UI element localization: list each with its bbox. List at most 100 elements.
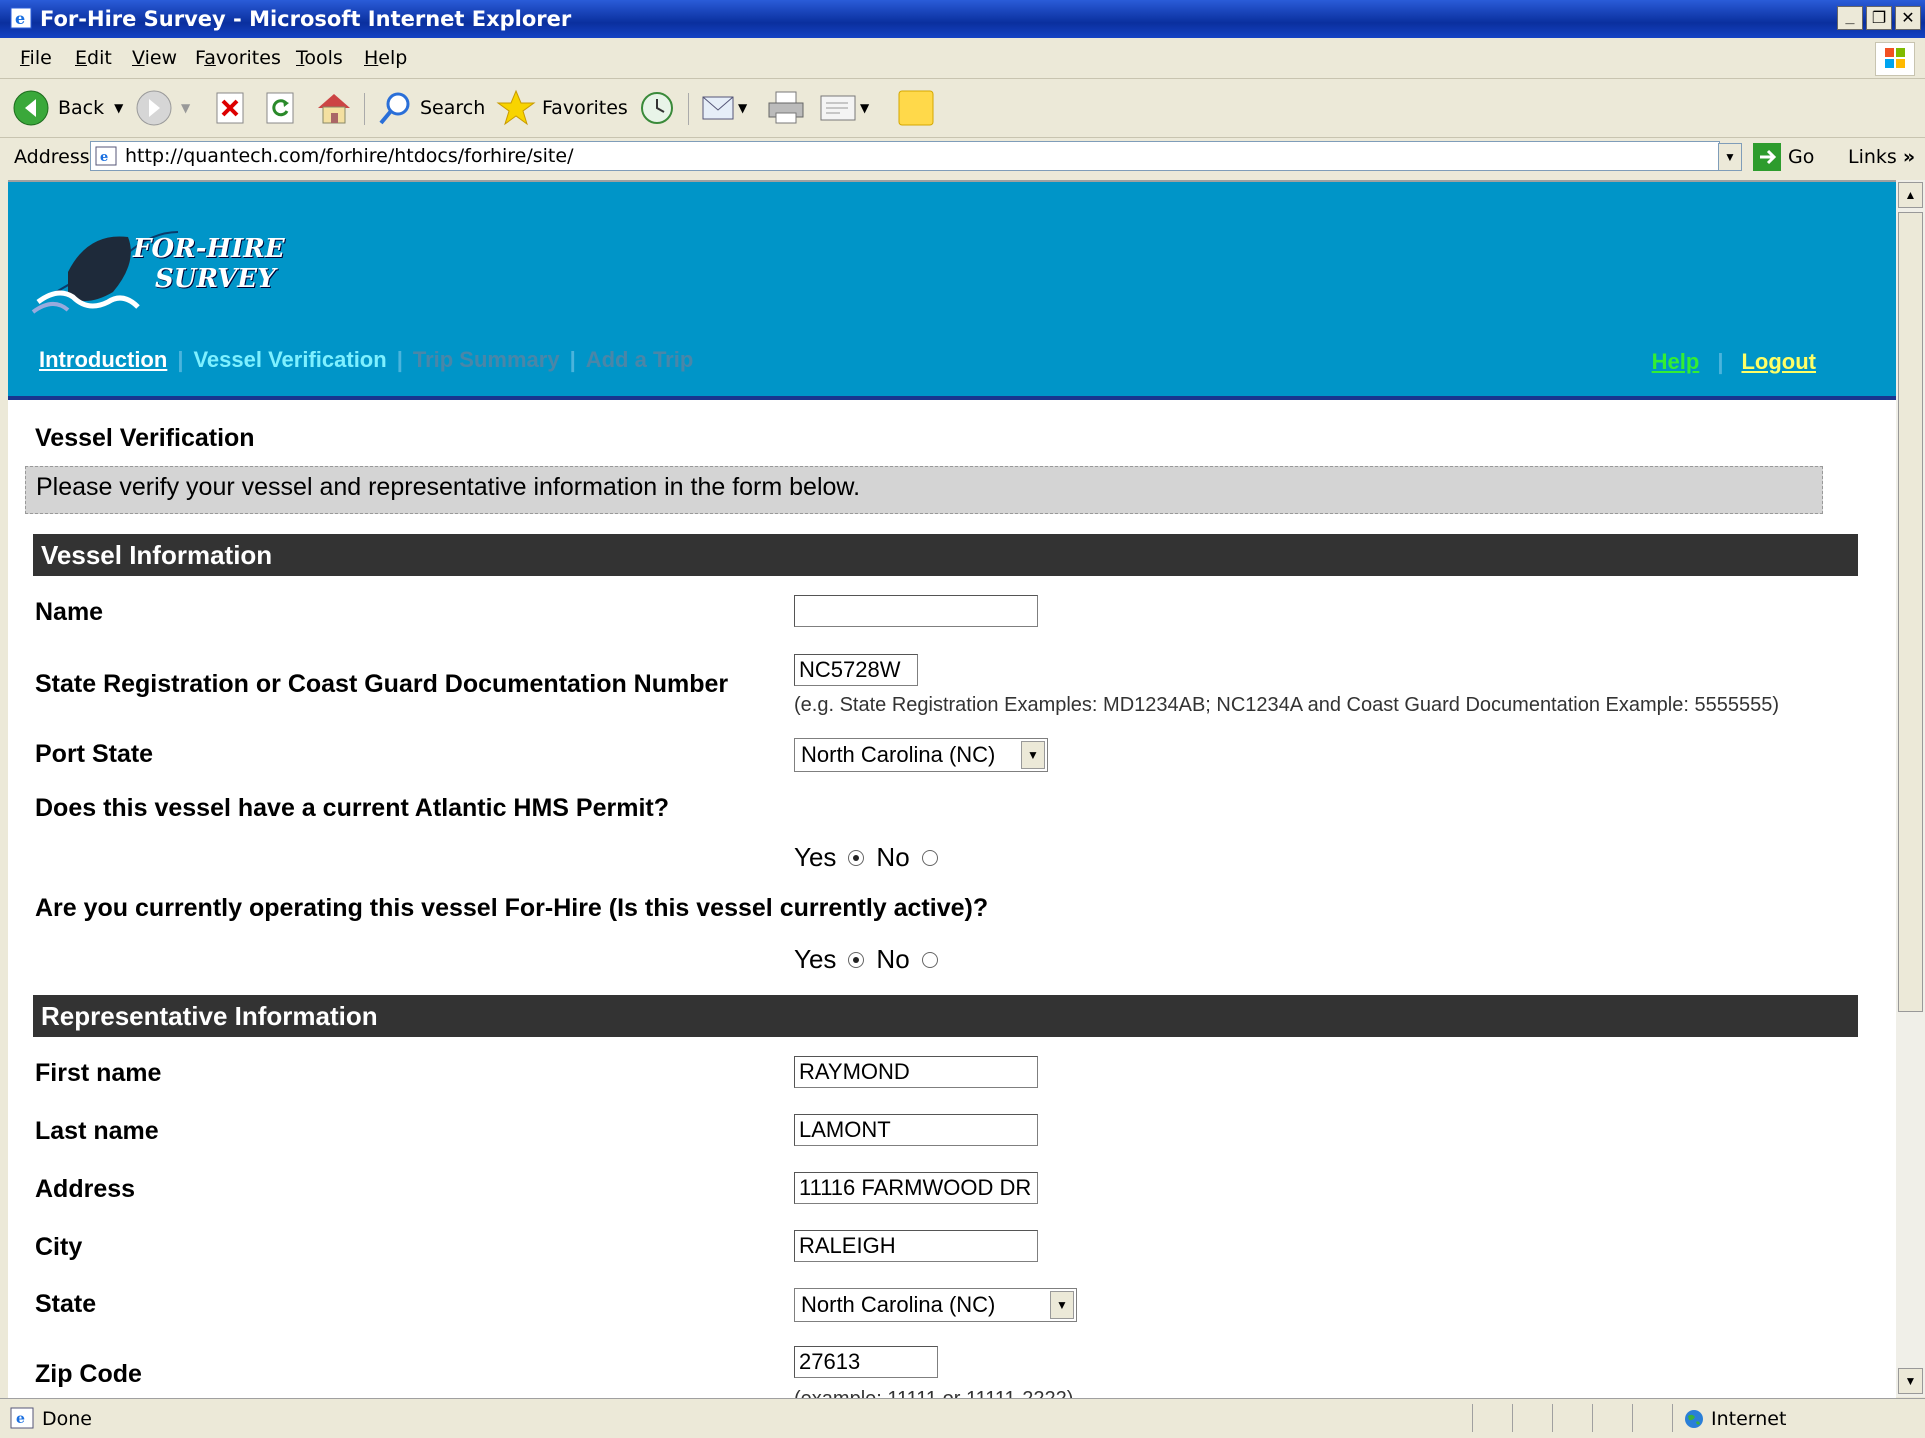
site-nav: Introduction | Vessel Verification | Tri…: [39, 347, 694, 373]
menu-file[interactable]: File: [20, 47, 52, 69]
stop-icon: [216, 92, 244, 124]
stop-button[interactable]: [214, 88, 246, 128]
window-title: For-Hire Survey - Microsoft Internet Exp…: [40, 7, 572, 31]
print-button[interactable]: [766, 88, 806, 128]
search-button[interactable]: Search: [376, 88, 485, 128]
print-icon: [768, 91, 804, 124]
menu-help[interactable]: Help: [364, 47, 407, 69]
ie-icon: e: [10, 7, 32, 29]
hms-permit-no-radio[interactable]: [921, 849, 938, 866]
close-button[interactable]: ✕: [1895, 6, 1921, 30]
browser-toolbar: Back ▼ ▼ Search Favorites ▼ ▼: [0, 79, 1925, 138]
notes-button[interactable]: [896, 88, 936, 128]
address-dropdown-icon[interactable]: ▼: [1718, 143, 1742, 171]
vessel-name-label: Name: [35, 598, 104, 626]
svg-text:e: e: [15, 9, 25, 28]
representative-info-header: Representative Information: [33, 995, 1858, 1037]
favorites-button[interactable]: Favorites: [496, 88, 628, 128]
go-button[interactable]: Go: [1752, 142, 1814, 172]
menu-tools[interactable]: Tools: [296, 47, 343, 69]
logout-link[interactable]: Logout: [1741, 349, 1816, 375]
svg-text:e: e: [100, 150, 108, 165]
city-label: City: [35, 1233, 83, 1261]
instruction-notice: Please verify your vessel and representa…: [25, 466, 1823, 514]
home-icon: [318, 94, 350, 124]
vessel-name-input[interactable]: [794, 595, 1038, 627]
back-arrow-icon: [13, 90, 49, 126]
status-text: Done: [42, 1408, 92, 1430]
refresh-button[interactable]: [264, 88, 296, 128]
first-name-label: First name: [35, 1059, 162, 1087]
mail-dropdown-icon[interactable]: ▼: [738, 101, 747, 115]
security-zone: Internet: [1683, 1408, 1786, 1430]
address-field-label: Address: [35, 1175, 136, 1203]
forward-arrow-icon: [136, 90, 172, 126]
edit-button[interactable]: ▼: [818, 88, 869, 128]
help-link[interactable]: Help: [1652, 349, 1700, 375]
state-select[interactable]: North Carolina (NC) ▼: [794, 1288, 1077, 1322]
edit-page-icon: [820, 95, 856, 121]
state-label: State: [35, 1290, 97, 1318]
nav-vessel-verification[interactable]: Vessel Verification: [193, 347, 386, 373]
hms-permit-question: Does this vessel have a current Atlantic…: [35, 794, 670, 822]
port-state-select[interactable]: North Carolina (NC) ▼: [794, 738, 1048, 772]
address-input[interactable]: e http://quantech.com/forhire/htdocs/for…: [90, 141, 1720, 171]
refresh-icon: [266, 92, 294, 124]
last-name-input[interactable]: LAMONT: [794, 1114, 1038, 1146]
nav-introduction[interactable]: Introduction: [39, 347, 167, 373]
menu-edit[interactable]: Edit: [75, 47, 112, 69]
mail-button[interactable]: ▼: [700, 88, 747, 128]
forward-dropdown-icon[interactable]: ▼: [181, 101, 190, 115]
globe-icon: [1685, 1410, 1703, 1428]
svg-text:e: e: [16, 1411, 25, 1427]
history-icon: [641, 92, 673, 124]
active-vessel-radio-group: Yes No: [794, 944, 938, 975]
forward-button[interactable]: ▼: [135, 88, 190, 128]
address-input-field[interactable]: 11116 FARMWOOD DR: [794, 1172, 1038, 1204]
registration-label: State Registration or Coast Guard Docume…: [35, 670, 729, 698]
vessel-info-header: Vessel Information: [33, 534, 1858, 576]
edit-dropdown-icon[interactable]: ▼: [860, 101, 869, 115]
vertical-scrollbar[interactable]: ▲ ▼: [1896, 180, 1925, 1397]
search-icon: [379, 92, 410, 125]
back-dropdown-icon[interactable]: ▼: [114, 101, 123, 115]
city-input[interactable]: RALEIGH: [794, 1230, 1038, 1262]
page-icon: e: [95, 146, 117, 166]
last-name-label: Last name: [35, 1117, 159, 1145]
menu-favorites[interactable]: Favorites: [195, 47, 281, 69]
scroll-down-button[interactable]: ▼: [1898, 1368, 1923, 1394]
home-button[interactable]: [314, 88, 354, 128]
site-header: FOR-HIRE SURVEY Introduction | Vessel Ve…: [8, 182, 1896, 400]
nav-add-trip: Add a Trip: [585, 347, 694, 372]
address-label: Address: [14, 146, 90, 168]
scroll-thumb[interactable]: [1898, 212, 1923, 1012]
registration-hint: (e.g. State Registration Examples: MD123…: [794, 694, 1779, 716]
active-vessel-question: Are you currently operating this vessel …: [35, 894, 989, 922]
links-button[interactable]: Links »: [1848, 146, 1915, 168]
mail-icon: [702, 96, 734, 120]
windows-logo-icon: [1875, 42, 1915, 76]
history-button[interactable]: [638, 88, 676, 128]
page-done-icon: e: [10, 1407, 34, 1429]
sticky-note-icon: [898, 90, 934, 126]
minimize-button[interactable]: _: [1837, 6, 1863, 30]
menu-view[interactable]: View: [132, 47, 177, 69]
zip-code-input[interactable]: 27613: [794, 1346, 938, 1378]
page-content: FOR-HIRE SURVEY Introduction | Vessel Ve…: [8, 180, 1896, 1399]
scroll-up-button[interactable]: ▲: [1898, 182, 1923, 208]
first-name-input[interactable]: RAYMOND: [794, 1056, 1038, 1088]
logo-text: FOR-HIRE SURVEY: [133, 234, 285, 294]
registration-input[interactable]: NC5728W: [794, 654, 918, 686]
back-button[interactable]: Back ▼: [12, 88, 123, 128]
page-title: Vessel Verification: [35, 424, 255, 452]
go-arrow-icon: [1753, 143, 1781, 171]
active-vessel-yes-radio[interactable]: [848, 951, 865, 968]
address-bar: Address e http://quantech.com/forhire/ht…: [0, 138, 1925, 177]
zip-code-label: Zip Code: [35, 1360, 142, 1388]
status-bar: e Done Internet: [0, 1398, 1925, 1438]
restore-button[interactable]: ❐: [1866, 6, 1892, 30]
active-vessel-no-radio[interactable]: [921, 951, 938, 968]
menu-bar: File Edit View Favorites Tools Help: [0, 38, 1925, 79]
hms-permit-radio-group: Yes No: [794, 842, 938, 873]
hms-permit-yes-radio[interactable]: [848, 849, 865, 866]
